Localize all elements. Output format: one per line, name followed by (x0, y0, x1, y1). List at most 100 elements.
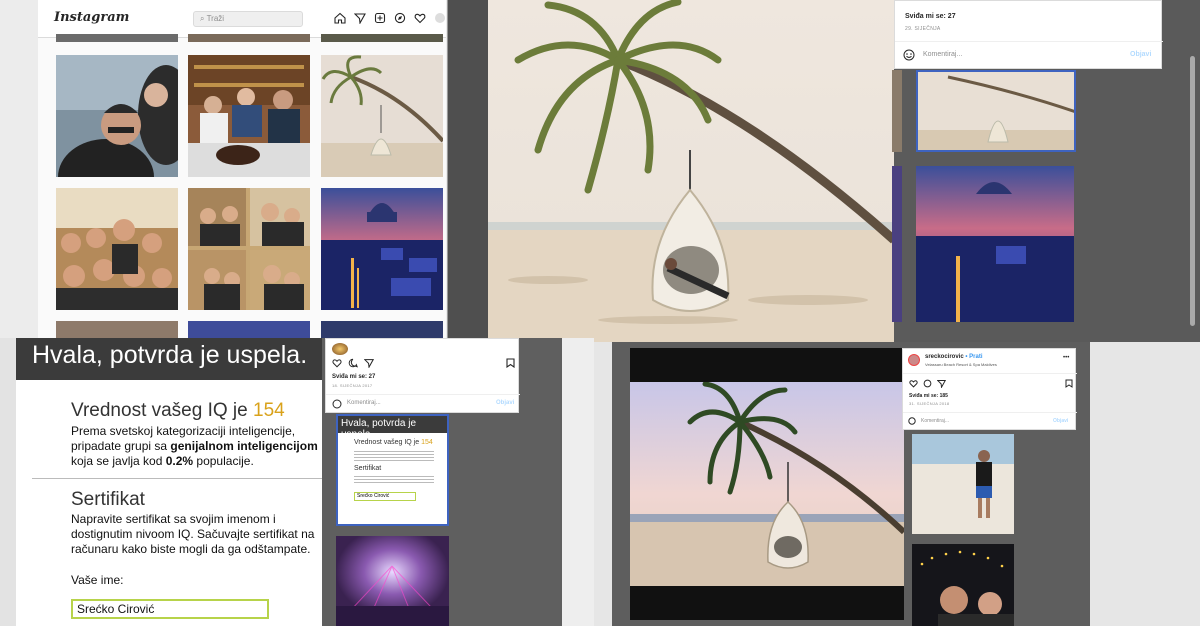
comment-input[interactable]: Komentiraj... (347, 400, 381, 406)
photo-thumbnail-partial[interactable] (188, 321, 310, 338)
iq-description: Prema svetskoj kategorizaciji inteligenc… (71, 424, 318, 469)
comment-icon[interactable] (923, 379, 932, 388)
bookmark-icon[interactable] (506, 358, 515, 368)
emoji-icon[interactable] (903, 49, 915, 61)
divider (32, 478, 322, 479)
iq-text-line: pripadate grupi sa genijalnom inteligenc… (71, 439, 318, 454)
divider (903, 412, 1077, 413)
home-icon[interactable] (334, 12, 346, 24)
mini-name-field: Srećko Cirović (354, 492, 416, 501)
iq-text-line: koja se javlja kod 0.2% populacije. (71, 454, 318, 469)
iq-title-text: Vrednost vašeg IQ je (71, 400, 248, 421)
post-date: 31. SIJEČNJA 2018 (909, 401, 950, 406)
certificate-title: Sertifikat (71, 489, 145, 510)
photo-thumbnail-partial[interactable] (892, 70, 902, 152)
follow-button[interactable]: • Prati (965, 354, 982, 360)
previous-row-edge (321, 34, 443, 42)
direct-icon[interactable] (354, 12, 366, 24)
name-input[interactable]: Srećko Cirović (71, 599, 269, 619)
post-comment-button[interactable]: Objavi (1130, 51, 1151, 58)
share-icon[interactable] (937, 379, 946, 388)
viewer-backdrop (448, 0, 488, 342)
photo-thumbnail-birthday[interactable] (188, 55, 310, 177)
confirmation-banner: Hvala, potvrda je uspela. (16, 338, 322, 380)
share-icon[interactable] (364, 358, 374, 368)
post-comment-card: sreckocirovic • Prati Velassaru Beach Re… (902, 348, 1077, 430)
previous-row-edge (56, 34, 178, 42)
post-comment-button[interactable]: Objavi (1053, 418, 1068, 424)
profile-icon[interactable] (434, 12, 446, 24)
cert-text-line: Napravite sertifikat sa svojim imenom i (71, 512, 276, 526)
like-count[interactable]: Sviđa mi se: 27 (332, 374, 375, 380)
instagram-nav-bar: Instagram ⌕ Traži (38, 0, 446, 38)
iq-category: genijalnom inteligencijom (170, 439, 318, 453)
avatar[interactable] (908, 354, 920, 366)
beach-swing-photo (488, 0, 894, 342)
photo-thumbnail-iq-screenshot[interactable]: Hvala, potvrda je uspela. Vrednost vašeg… (336, 414, 449, 526)
mini-iq-title-text: Vrednost vašeg IQ je (354, 439, 420, 446)
mini-cert-title: Sertifikat (354, 465, 382, 472)
heart-icon[interactable] (332, 358, 342, 368)
post-comment-card: Sviđa mi se: 27 29. SIJEČNJA Komentiraj.… (894, 0, 1163, 69)
photo-thumbnail-beach-man[interactable] (912, 434, 1014, 534)
divider (895, 41, 1163, 42)
like-count[interactable]: Sviđa mi se: 185 (909, 393, 948, 399)
username[interactable]: sreckocirovic (925, 354, 964, 360)
photo-thumbnail-cathedral-night[interactable] (916, 166, 1074, 322)
instagram-logo[interactable]: Instagram (54, 10, 129, 25)
post-actions (332, 358, 374, 368)
scrollbar[interactable] (1190, 56, 1195, 326)
middle-window: Sviđa mi se: 27 18. SIJEČNJA 2017 Koment… (322, 338, 594, 626)
explore-icon[interactable] (394, 12, 406, 24)
iq-text-part: pripadate grupi sa (71, 439, 171, 453)
emoji-icon[interactable] (908, 417, 916, 425)
post-comment-card: Sviđa mi se: 27 18. SIJEČNJA 2017 Koment… (325, 338, 520, 413)
window-gutter (562, 338, 594, 626)
heart-icon[interactable] (909, 379, 918, 388)
emoji-icon[interactable] (332, 399, 342, 409)
iq-score: 154 (253, 400, 285, 421)
divider (903, 373, 1077, 374)
banner-text: Hvala, potvrda je uspela. (32, 341, 308, 369)
cert-text-line: računaru kako biste mogli da ga odštampa… (71, 542, 311, 556)
new-post-icon[interactable] (374, 12, 386, 24)
location[interactable]: Velassaru Beach Resort & Spa Maldives (925, 362, 997, 367)
photo-thumbnail-palm-swing[interactable] (916, 70, 1076, 152)
post-date: 18. SIJEČNJA 2017 (332, 383, 373, 388)
photo-thumbnail-night-selfie[interactable] (912, 544, 1014, 626)
post-actions (909, 379, 946, 388)
iq-title: Vrednost vašeg IQ je 154 (71, 400, 285, 422)
photo-thumbnail-selfie[interactable] (56, 55, 178, 177)
beach-swing-sunset-photo (630, 382, 904, 586)
photo-thumbnail-concert[interactable] (336, 536, 449, 626)
post-comment-button[interactable]: Objavi (496, 400, 514, 406)
comment-input[interactable]: Komentiraj... (921, 418, 949, 424)
heart-icon[interactable] (414, 12, 426, 24)
photo-thumbnail-partial[interactable] (892, 166, 902, 322)
like-count[interactable]: Sviđa mi se: 27 (905, 13, 956, 20)
comment-input[interactable]: Komentiraj... (923, 51, 962, 58)
iq-text-part: koja se javlja kod (71, 454, 166, 468)
comment-icon[interactable] (348, 358, 358, 368)
photo-thumbnail-partial[interactable] (56, 321, 178, 338)
cert-text-line: dostignutim nivoom IQ. Sačuvajte sertifi… (71, 527, 315, 541)
search-input[interactable]: ⌕ Traži (193, 11, 303, 27)
mini-text-lines (354, 474, 434, 484)
previous-row-edge (188, 34, 310, 42)
more-options-icon[interactable]: ••• (1063, 355, 1069, 361)
photo-thumbnail-cathedral-night[interactable] (321, 188, 443, 310)
search-placeholder: Traži (206, 14, 225, 23)
mini-banner: Hvala, potvrda je uspela. (338, 416, 447, 440)
photo-thumbnail-partial[interactable] (321, 321, 443, 338)
photo-thumbnail-church-group[interactable] (56, 188, 178, 310)
photo-thumbnail-palm-swing[interactable] (321, 55, 443, 177)
bottom-right-window: sreckocirovic • Prati Velassaru Beach Re… (594, 342, 1200, 626)
bookmark-icon[interactable] (1065, 379, 1073, 388)
photo-viewer-window: Sviđa mi se: 27 29. SIJEČNJA Komentiraj.… (447, 0, 1200, 342)
iq-text-line: Prema svetskoj kategorizaciji inteligenc… (71, 424, 296, 438)
iq-text-part: populacije. (193, 454, 254, 468)
divider (326, 394, 520, 395)
photo-thumbnail-church-collage[interactable] (188, 188, 310, 310)
certificate-description: Napravite sertifikat sa svojim imenom i … (71, 512, 314, 557)
avatar[interactable] (332, 343, 348, 355)
